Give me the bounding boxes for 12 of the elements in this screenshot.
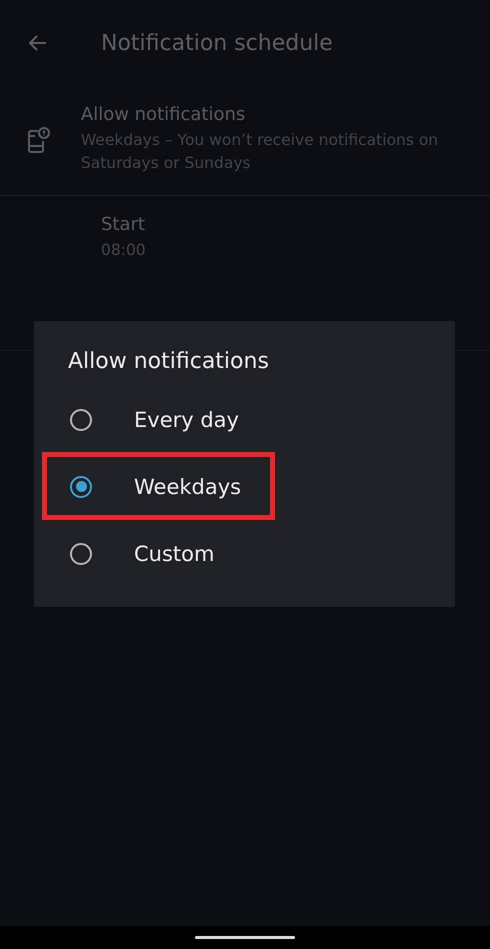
phone-alert-icon [26, 126, 52, 154]
radio-option[interactable]: Custom [34, 520, 455, 587]
setting-title: Start [101, 214, 146, 235]
radio-button[interactable] [70, 408, 92, 430]
radio-button[interactable] [70, 476, 92, 498]
radio-button[interactable] [70, 542, 92, 564]
home-handle[interactable] [195, 936, 295, 939]
screen-title: Notification schedule [101, 30, 333, 56]
radio-option[interactable]: Weekdays [34, 453, 455, 520]
dialog-title: Allow notifications [68, 349, 270, 374]
setting-title: Allow notifications [80, 104, 246, 125]
radio-option[interactable]: Every day [34, 386, 455, 453]
